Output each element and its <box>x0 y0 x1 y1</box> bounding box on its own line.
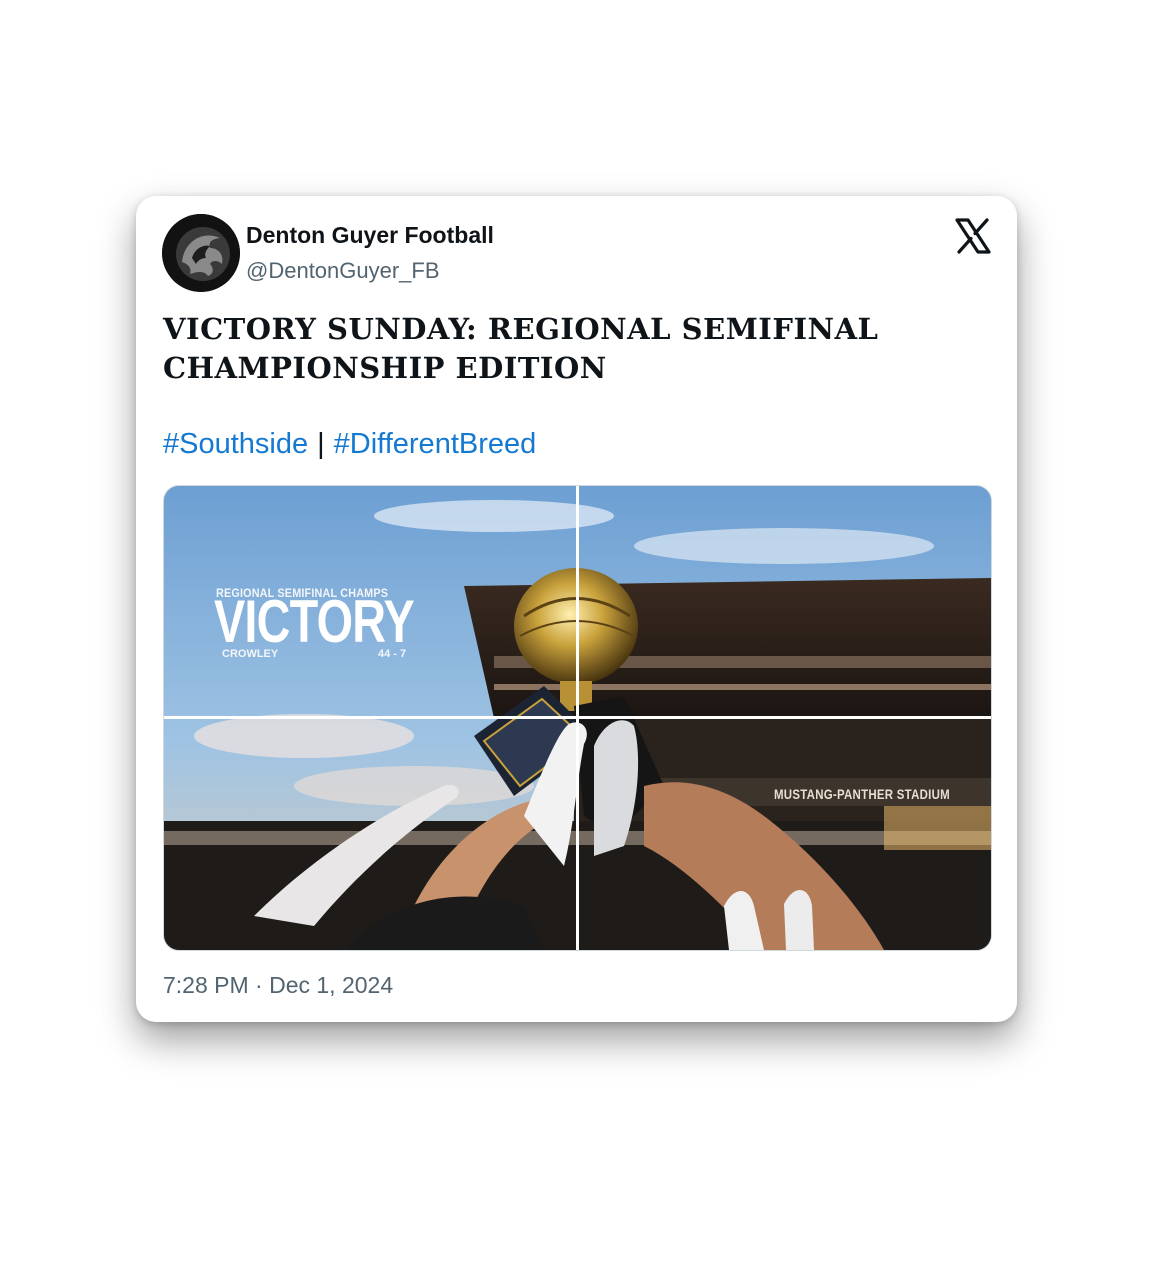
hashtag-differentbreed[interactable]: #DifferentBreed <box>334 428 537 460</box>
avatar[interactable] <box>162 214 240 292</box>
hashtag-southside[interactable]: #Southside <box>163 428 308 460</box>
hashtag-separator: | <box>317 428 325 460</box>
handle[interactable]: @DentonGuyer_FB <box>246 258 440 284</box>
x-logo-icon[interactable] <box>955 218 991 254</box>
overlay-score: 44 - 7 <box>378 648 407 660</box>
overlay-title: VICTORY <box>214 588 415 655</box>
overlay-opponent: CROWLEY <box>222 648 279 660</box>
tweet-text: VICTORY SUNDAY: REGIONAL SEMIFINAL CHAMP… <box>163 312 879 385</box>
display-name[interactable]: Denton Guyer Football <box>246 222 494 249</box>
timestamp[interactable]: 7:28 PM · Dec 1, 2024 <box>163 972 393 999</box>
stadium-sign: MUSTANG-PANTHER STADIUM <box>774 786 950 802</box>
hashtags: #Southside | #DifferentBreed <box>163 428 536 461</box>
panther-logo-icon <box>162 214 240 292</box>
tweet-media-grid[interactable]: REGIONAL SEMIFINAL CHAMPS VICTORY CROWLE… <box>163 485 992 951</box>
grid-divider-horizontal <box>164 716 991 719</box>
tweet-card[interactable]: Denton Guyer Football @DentonGuyer_FB VI… <box>136 196 1017 1022</box>
